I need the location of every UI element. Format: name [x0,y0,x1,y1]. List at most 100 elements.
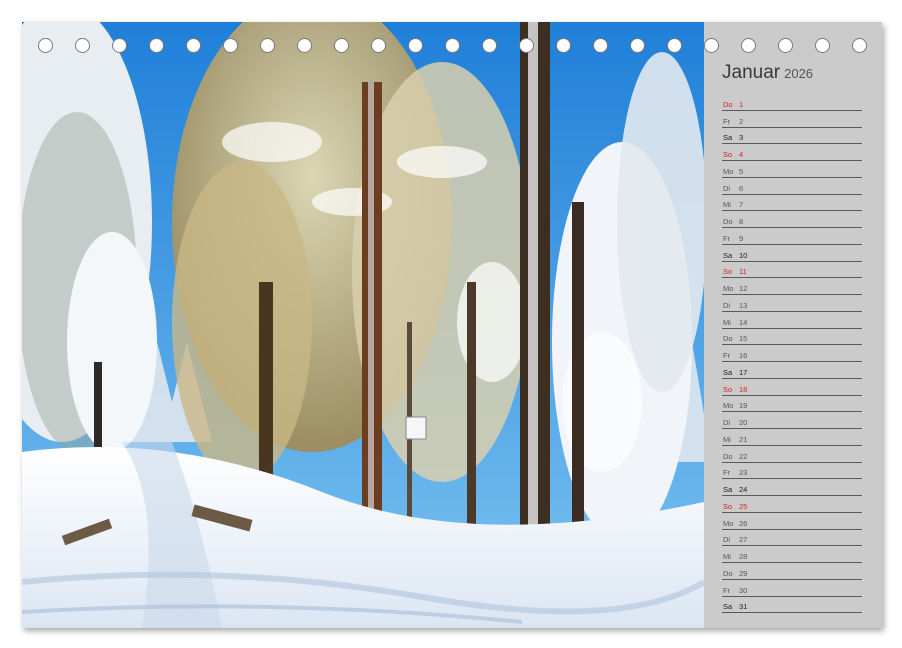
month-name: Januar [722,62,781,83]
binding-ring-icon [297,38,312,53]
day-number: 7 [739,200,744,210]
weekday-label: So [723,501,733,511]
weekday-label: Sa [723,367,733,377]
binding-ring-icon [630,38,645,53]
day-row: Mi 28 [722,546,862,563]
binding-ring-icon [482,38,497,53]
weekday-label: Mi [723,434,731,444]
day-number: 26 [739,518,748,528]
day-row: Fr 2 [722,111,862,128]
day-row: Sa 31 [722,597,862,614]
day-number: 10 [739,250,748,260]
day-number: 21 [739,434,748,444]
weekday-label: Mi [723,317,731,327]
day-number: 27 [739,535,748,545]
day-row: So 18 [722,379,862,396]
day-row: So 25 [722,496,862,513]
day-number: 20 [739,418,748,427]
day-row: Mo 12 [722,278,862,295]
day-row: Sa 10 [722,245,862,262]
binding-ring-icon [186,38,201,53]
day-row: Do 15 [722,329,862,346]
weekday-label: Di [723,418,731,427]
calendar-page: Januar 2026 Do 1 Fr 2 Sa 3 So 4 Mo 5 Di 6 Mi 7 Do 8 Fr 9 Sa… [22,22,882,628]
day-row: Di 6 [722,178,862,195]
weekday-label: Do [723,451,733,461]
binding-ring-icon [445,38,460,53]
weekday-label: Do [723,334,733,344]
weekday-label: Mo [723,284,734,293]
weekday-label: Do [723,568,733,578]
binding-ring-icon [667,38,682,53]
day-number: 2 [739,116,744,126]
day-number: 8 [739,217,744,226]
day-number: 9 [739,233,744,243]
day-number: 16 [739,351,748,360]
weekday-label: Fr [723,116,731,126]
day-number: 19 [739,401,748,411]
day-row: Mi 7 [722,195,862,212]
day-row: So 11 [722,262,862,279]
weekday-label: Fr [723,468,731,478]
weekday-label: Mo [723,401,734,411]
weekday-label: Mo [723,518,734,528]
day-row: Do 1 [722,94,862,111]
day-number: 5 [739,166,744,176]
binding-ring-icon [149,38,164,53]
day-row: Fr 23 [722,463,862,480]
day-number: 13 [739,300,748,310]
binding-ring-icon [852,38,867,53]
weekday-label: Sa [723,602,733,612]
binding-ring-icon [112,38,127,53]
day-row: Mi 21 [722,429,862,446]
day-number: 29 [739,568,748,578]
weekday-label: So [723,267,733,277]
day-number: 28 [739,552,748,561]
day-number: 12 [739,284,748,293]
day-row: Sa 24 [722,479,862,496]
day-row: Mo 5 [722,161,862,178]
day-row: Do 29 [722,563,862,580]
day-number: 6 [739,183,744,193]
weekday-label: Sa [723,250,733,260]
year-label: 2026 [784,66,814,81]
binding-ring-icon [519,38,534,53]
month-heading: Januar 2026 [722,62,813,84]
binding-ring-icon [223,38,238,53]
day-row: Mo 26 [722,513,862,530]
weekday-label: Fr [723,233,731,243]
weekday-label: Sa [723,133,733,143]
day-number: 14 [739,317,748,327]
weekday-label: Mo [723,166,734,176]
binding-ring-icon [815,38,830,53]
day-number: 11 [739,267,747,277]
binding-ring-icon [75,38,90,53]
day-row: Do 8 [722,211,862,228]
binding-ring-icon [334,38,349,53]
day-row: So 4 [722,144,862,161]
day-number: 31 [739,602,748,612]
binding-ring-icon [778,38,793,53]
day-row: Sa 17 [722,362,862,379]
day-row: Fr 9 [722,228,862,245]
binding-ring-icon [593,38,608,53]
calendar-sidebar: Januar 2026 Do 1 Fr 2 Sa 3 So 4 Mo 5 Di 6 Mi 7 Do 8 Fr 9 Sa… [704,22,882,628]
weekday-label: Mi [723,552,731,561]
day-row: Mo 19 [722,396,862,413]
day-list: Do 1 Fr 2 Sa 3 So 4 Mo 5 Di 6 Mi 7 Do 8 Fr 9 Sa 10 So 11 Mo 12 D… [722,94,862,614]
weekday-label: Do [723,99,733,109]
binding-ring-icon [556,38,571,53]
day-row: Sa 3 [722,128,862,145]
day-row: Di 13 [722,295,862,312]
weekday-label: Di [723,300,731,310]
weekday-label: Fr [723,351,731,360]
day-number: 25 [739,501,748,511]
weekday-label: Sa [723,485,733,494]
weekday-label: Di [723,535,731,545]
binding-ring-icon [704,38,719,53]
weekday-label: So [723,150,733,159]
day-row: Fr 16 [722,345,862,362]
winter-forest-photo [22,22,704,628]
day-row: Fr 30 [722,580,862,597]
day-row: Di 20 [722,412,862,429]
